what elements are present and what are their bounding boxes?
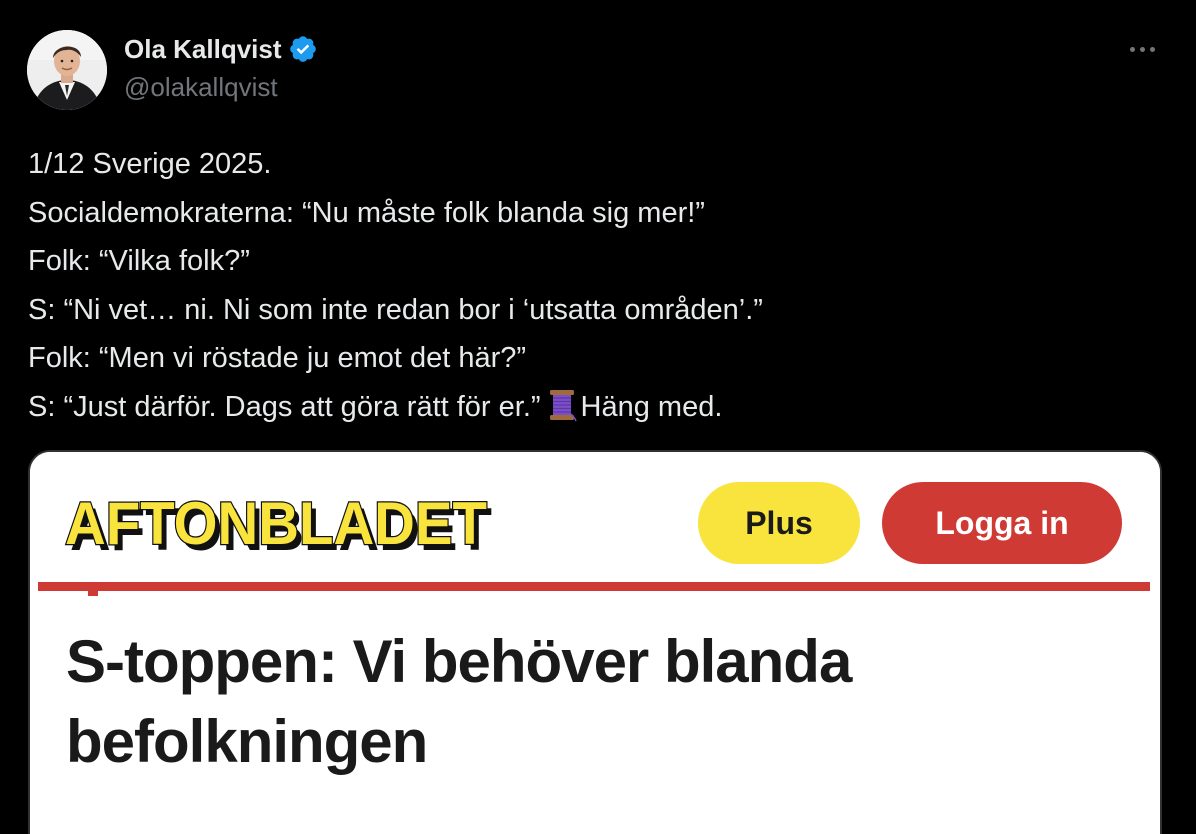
article-headline: S-toppen: Vi behöver blanda befolkningen [66, 622, 1146, 782]
author-info: Ola Kallqvist @olakallqvist [124, 32, 318, 103]
login-button[interactable]: Logga in [882, 482, 1122, 564]
tweet-text-segment: S: “Just därför. Dags att göra rätt för … [28, 390, 541, 423]
profile-photo [27, 30, 107, 110]
headline-line: S-toppen: Vi behöver blanda [66, 628, 852, 695]
spool-of-thread-emoji [547, 388, 577, 422]
tweet-text-line-last: S: “Just därför. Dags att göra rätt för … [28, 383, 1168, 432]
author-handle[interactable]: @olakallqvist [124, 72, 318, 103]
media-image[interactable]: AFTONBLADET AFTONBLADET Plus Logga in S-… [28, 450, 1162, 834]
divider [38, 582, 1150, 591]
aftonbladet-logo: AFTONBLADET AFTONBLADET [64, 489, 504, 563]
tweet-text-line: Socialdemokraterna: “Nu måste folk bland… [28, 196, 705, 229]
more-dot [1129, 46, 1135, 52]
display-name-row: Ola Kallqvist [124, 32, 318, 66]
tweet-text: 1/12 Sverige 2025. Socialdemokraterna: “… [28, 140, 1168, 431]
more-dot [1149, 46, 1155, 52]
tweet-text-line: 1/12 Sverige 2025. [28, 148, 272, 180]
tweet-text-segment: Häng med. [580, 390, 723, 423]
plus-button[interactable]: Plus [698, 482, 860, 564]
author-avatar[interactable] [27, 30, 107, 110]
display-name[interactable]: Ola Kallqvist [124, 34, 282, 65]
headline-line: befolkningen [66, 708, 428, 775]
verified-badge-icon[interactable] [288, 34, 318, 64]
tweet-text-line: S: “Ni vet… ni. Ni som inte redan bor i … [28, 293, 763, 326]
tweet: Ola Kallqvist @olakallqvist 1/12 Sverige… [0, 0, 1196, 834]
divider-tick [88, 591, 98, 596]
more-dot [1139, 46, 1145, 52]
tweet-text-line: Folk: “Vilka folk?” [28, 245, 250, 277]
article-screenshot: AFTONBLADET AFTONBLADET Plus Logga in S-… [30, 452, 1160, 834]
tweet-text-line: Folk: “Men vi röstade ju emot det här?” [28, 342, 527, 374]
more-options-icon[interactable] [1122, 34, 1162, 64]
logo-text: AFTONBLADET [65, 490, 487, 556]
